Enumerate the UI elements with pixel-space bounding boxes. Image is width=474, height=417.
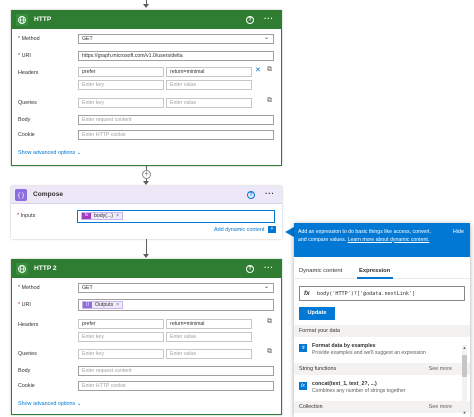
globe-icon bbox=[16, 14, 28, 26]
http2-card-header[interactable]: HTTP 2 ? ··· bbox=[12, 260, 281, 278]
format-section-header: Format your data bbox=[294, 325, 470, 337]
close-icon[interactable]: ✕ bbox=[255, 66, 261, 74]
cookie-field[interactable]: Enter HTTP cookie bbox=[78, 130, 274, 140]
hide-link[interactable]: Hide bbox=[453, 229, 464, 235]
update-button[interactable]: Update bbox=[299, 307, 335, 320]
method-label: * Method bbox=[18, 36, 40, 42]
add-dynamic-content-link[interactable]: Add dynamic content bbox=[214, 227, 264, 233]
header-key-empty[interactable]: Enter key bbox=[78, 332, 164, 342]
collection-section-header: Collection See more bbox=[294, 401, 470, 413]
query-key-field[interactable]: Enter key bbox=[78, 98, 164, 108]
question-icon[interactable]: ? bbox=[246, 16, 254, 24]
header-value-empty[interactable]: Enter value bbox=[166, 332, 252, 342]
active-tab-indicator bbox=[357, 277, 393, 279]
header-value-empty[interactable]: Enter value bbox=[166, 80, 252, 90]
header-key-field[interactable]: prefer bbox=[78, 67, 164, 77]
expression-input[interactable]: fx body('HTTP')?['@odata.nextLink'] bbox=[299, 286, 465, 301]
panel-banner: Add an expression to do basic things lik… bbox=[294, 223, 470, 257]
insert-step-plus-icon[interactable]: + bbox=[142, 170, 151, 179]
connector-arrow bbox=[143, 4, 149, 8]
see-more-link[interactable]: See more bbox=[429, 401, 452, 413]
switch-mode-icon[interactable]: ⧉ bbox=[267, 66, 272, 74]
body-field[interactable]: Enter request content bbox=[78, 366, 274, 376]
compose-card-header[interactable]: {} Compose ? ··· bbox=[11, 186, 282, 204]
queries-label: Queries bbox=[18, 100, 37, 106]
outputs-token[interactable]: {} Outputs × bbox=[82, 301, 124, 309]
function-icon: fx bbox=[299, 382, 307, 390]
method-select[interactable]: GET ⌄ bbox=[78, 283, 274, 293]
action-title: HTTP 2 bbox=[34, 265, 57, 272]
query-key-field[interactable]: Enter key bbox=[78, 349, 164, 359]
header-value-field[interactable]: return=minimal bbox=[166, 67, 252, 77]
cookie-field[interactable]: Enter HTTP cookie bbox=[78, 381, 274, 391]
globe-icon bbox=[16, 263, 28, 275]
question-icon[interactable]: ? bbox=[247, 191, 255, 199]
connector-arrow bbox=[143, 181, 149, 185]
header-value-field[interactable]: return=minimal bbox=[166, 319, 252, 329]
remove-token-icon[interactable]: × bbox=[116, 302, 119, 308]
query-value-field[interactable]: Enter value bbox=[166, 98, 252, 108]
scroll-up-icon[interactable]: ▲ bbox=[462, 345, 467, 350]
http-card-header[interactable]: HTTP ? ··· bbox=[12, 11, 281, 29]
ellipsis-icon[interactable]: ··· bbox=[264, 263, 274, 272]
scroll-thumb[interactable] bbox=[462, 355, 467, 377]
uri-label: * URI bbox=[18, 302, 31, 308]
ellipsis-icon[interactable]: ··· bbox=[265, 189, 275, 198]
header-key-field[interactable]: prefer bbox=[78, 319, 164, 329]
string-functions-header: String functions See more bbox=[294, 363, 470, 375]
body-label: Body bbox=[18, 117, 31, 123]
http-action-card[interactable]: HTTP ? ··· * Method GET ⌄ * URI https://g… bbox=[11, 10, 282, 166]
svg-text:{}: {} bbox=[17, 192, 25, 200]
action-title: Compose bbox=[33, 191, 64, 198]
chevron-down-icon: ⌄ bbox=[76, 401, 82, 407]
expression-token[interactable]: fx body(...) × bbox=[81, 212, 124, 220]
dynamic-content-icon[interactable]: + bbox=[268, 226, 276, 233]
connector-arrow bbox=[143, 254, 149, 258]
chevron-down-icon: ⌄ bbox=[263, 284, 269, 290]
chevron-down-icon: ⌄ bbox=[263, 35, 269, 41]
compose-braces-icon: {} bbox=[15, 189, 27, 201]
method-select[interactable]: GET ⌄ bbox=[78, 34, 274, 44]
tab-dynamic-content[interactable]: Dynamic content bbox=[299, 268, 342, 274]
fx-icon: fx bbox=[304, 290, 310, 297]
show-advanced-options-link[interactable]: Show advanced options ⌄ bbox=[18, 401, 81, 407]
tab-expression[interactable]: Expression bbox=[359, 268, 390, 274]
headers-label: Headers bbox=[18, 70, 39, 76]
switch-mode-icon[interactable]: ⧉ bbox=[267, 97, 272, 105]
inputs-label: * Inputs bbox=[17, 213, 36, 219]
query-value-field[interactable]: Enter value bbox=[166, 349, 252, 359]
expression-text: body('HTTP')?['@odata.nextLink'] bbox=[317, 291, 416, 297]
scroll-down-icon[interactable]: ▼ bbox=[462, 410, 467, 415]
http2-action-card[interactable]: HTTP 2 ? ··· * Method GET ⌄ * URI {} Outpu… bbox=[11, 259, 282, 415]
compose-braces-icon: {} bbox=[83, 302, 92, 308]
ellipsis-icon[interactable]: ··· bbox=[264, 14, 274, 23]
headers-label: Headers bbox=[18, 322, 39, 328]
switch-mode-icon[interactable]: ⧉ bbox=[267, 348, 272, 356]
body-label: Body bbox=[18, 368, 31, 374]
show-advanced-options-link[interactable]: Show advanced options ⌄ bbox=[18, 150, 81, 156]
remove-token-icon[interactable]: × bbox=[116, 213, 119, 219]
cookie-label: Cookie bbox=[18, 132, 35, 138]
method-label: * Method bbox=[18, 285, 40, 291]
panel-scrollbar[interactable]: ▲ ▼ bbox=[462, 345, 467, 415]
switch-mode-icon[interactable]: ⧉ bbox=[267, 318, 272, 326]
header-key-empty[interactable]: Enter key bbox=[78, 80, 164, 90]
chevron-down-icon: ⌄ bbox=[76, 150, 82, 156]
cookie-label: Cookie bbox=[18, 383, 35, 389]
see-more-link[interactable]: See more bbox=[429, 363, 452, 375]
panel-tabs: Dynamic content Expression bbox=[294, 265, 470, 279]
banner-message: Add an expression to do basic things lik… bbox=[298, 229, 431, 243]
uri-field[interactable]: https://graph.microsoft.com/v1.0/users/d… bbox=[78, 51, 274, 61]
queries-label: Queries bbox=[18, 351, 37, 357]
panel-pointer bbox=[285, 227, 294, 237]
question-icon[interactable]: ? bbox=[246, 265, 254, 273]
body-field[interactable]: Enter request content bbox=[78, 115, 274, 125]
dynamic-content-panel: Add an expression to do basic things lik… bbox=[294, 223, 470, 417]
action-title: HTTP bbox=[34, 16, 52, 23]
format-icon: ↯ bbox=[299, 344, 307, 352]
uri-label: * URI bbox=[18, 53, 31, 59]
fx-icon: fx bbox=[82, 213, 91, 219]
compose-action-card[interactable]: {} Compose ? ··· * Inputs fx body(...) × A… bbox=[11, 186, 282, 239]
learn-more-link[interactable]: Learn more about dynamic content. bbox=[348, 237, 430, 243]
